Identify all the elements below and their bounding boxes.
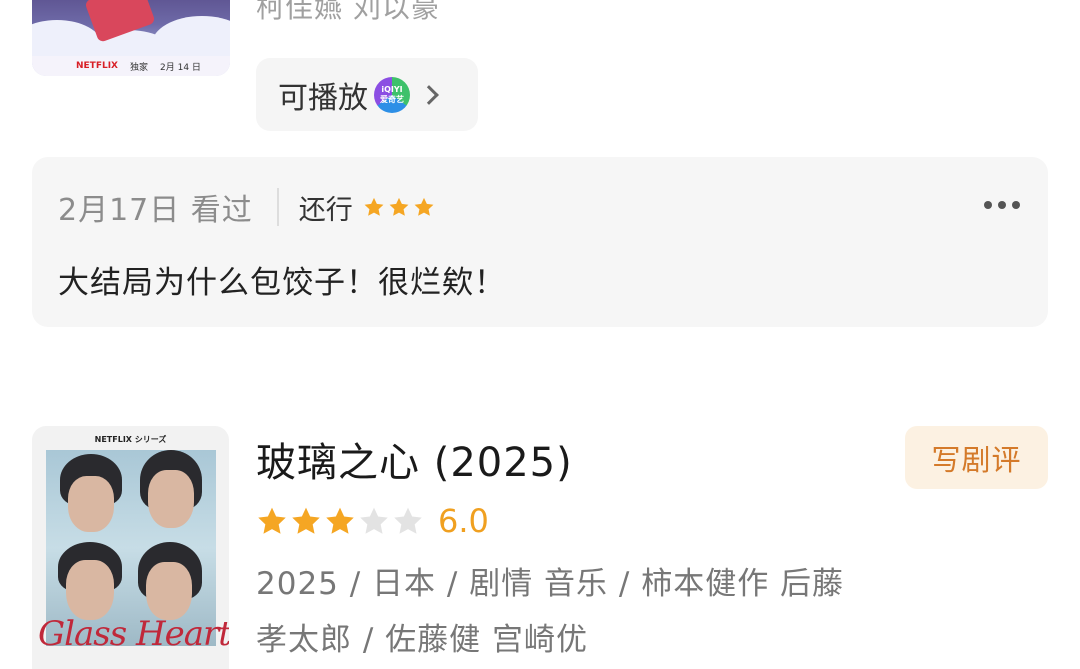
divider <box>276 188 279 226</box>
poster-strip: NETFLIX 独家 2月 14 日 <box>32 56 230 76</box>
write-review-button[interactable]: 写剧评 <box>905 426 1048 489</box>
more-horizontal-icon[interactable] <box>984 201 1020 209</box>
star-filled-icon <box>292 507 320 534</box>
movie-poster[interactable]: NETFLIX シリーズ Glass Heart <box>32 426 229 669</box>
review-header: 2月17日 看过 还行 <box>58 187 435 228</box>
top-movie-poster[interactable]: NETFLIX 独家 2月 14 日 <box>32 0 230 76</box>
poster-tag: 独家 <box>130 62 149 73</box>
star-filled-icon <box>258 507 286 534</box>
movie-meta-line-1: 2025 / 日本 / 剧情 音乐 / 柿本健作 后藤 <box>256 566 845 602</box>
review-stars <box>363 196 435 218</box>
star-filled-icon <box>414 197 434 216</box>
star-empty-icon <box>360 507 388 534</box>
chevron-right-icon <box>419 84 439 105</box>
poster-brand: NETFLIX シリーズ <box>94 435 167 444</box>
movie-rating: 6.0 <box>256 502 489 540</box>
review-date-status: 2月17日 看过 <box>58 193 253 228</box>
star-filled-icon <box>389 197 409 216</box>
movie-stars <box>256 505 424 537</box>
poster-date: 2月 14 日 <box>160 62 201 73</box>
poster-script-title: Glass Heart <box>38 614 229 654</box>
review-text: 大结局为什么包饺子！很烂欸！ <box>58 265 506 301</box>
movie-meta-line-2: 孝太郎 / 佐藤健 宫崎优 <box>256 622 589 658</box>
star-empty-icon <box>394 507 422 534</box>
movie-title[interactable]: 玻璃之心 (2025) <box>256 430 573 488</box>
review-rating-label: 还行 <box>298 194 353 226</box>
play-available-button[interactable]: 可播放 iQIYI 爱奇艺 <box>256 58 478 131</box>
star-filled-icon <box>364 197 384 216</box>
top-movie-cast: 柯佳嬿 刘以豪 <box>256 0 440 24</box>
play-label: 可播放 <box>278 80 368 116</box>
poster-brand: NETFLIX <box>76 61 118 71</box>
movie-score: 6.0 <box>438 502 489 540</box>
iqiyi-icon: iQIYI 爱奇艺 <box>374 76 410 113</box>
user-review-card[interactable]: 2月17日 看过 还行 大结局为什么包饺子！很烂欸！ <box>32 157 1048 327</box>
star-filled-icon <box>326 507 354 534</box>
